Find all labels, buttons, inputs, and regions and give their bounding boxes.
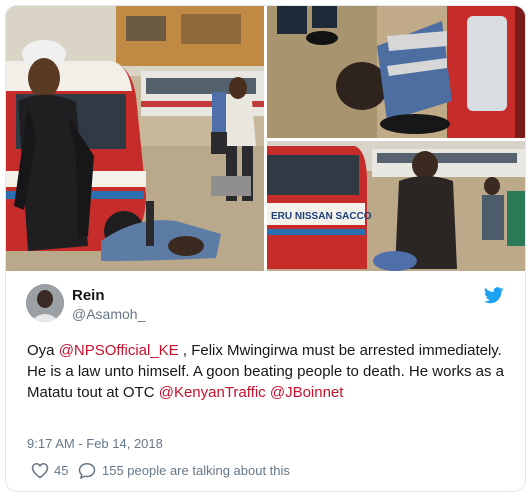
- mention-npsofficial-ke[interactable]: @NPSOfficial_KE: [59, 342, 179, 359]
- tweet-photo-street-scene[interactable]: [6, 6, 264, 271]
- avatar[interactable]: [26, 284, 64, 322]
- tweet-card[interactable]: ERU NISSAN SACCO Rein @Asamoh_ Oya @NPSO…: [5, 5, 526, 492]
- mention-kenyantraffic[interactable]: @KenyanTraffic: [159, 384, 266, 401]
- heart-icon[interactable]: [31, 462, 49, 479]
- twitter-bird-icon[interactable]: [484, 287, 504, 304]
- sacco-sign-text: ERU NISSAN SACCO: [271, 211, 372, 222]
- photo-grid: ERU NISSAN SACCO: [6, 6, 525, 271]
- mention-jboinnet[interactable]: @JBoinnet: [270, 384, 344, 401]
- author-display-name[interactable]: Rein: [72, 287, 105, 304]
- author-handle[interactable]: @Asamoh_: [72, 306, 145, 322]
- tweet-text: Oya @NPSOfficial_KE , Felix Mwingirwa mu…: [27, 340, 507, 403]
- likes-count: 45: [54, 463, 69, 478]
- talking-about-link[interactable]: 155 people are talking about this: [102, 463, 290, 478]
- speech-bubble-icon[interactable]: [78, 462, 96, 479]
- tweet-photo-matatu-sacco[interactable]: ERU NISSAN SACCO: [267, 141, 525, 271]
- tweet-text-segment: Oya: [27, 342, 59, 359]
- tweet-photo-man-on-ground[interactable]: [267, 6, 525, 138]
- tweet-timestamp[interactable]: 9:17 AM - Feb 14, 2018: [27, 436, 163, 451]
